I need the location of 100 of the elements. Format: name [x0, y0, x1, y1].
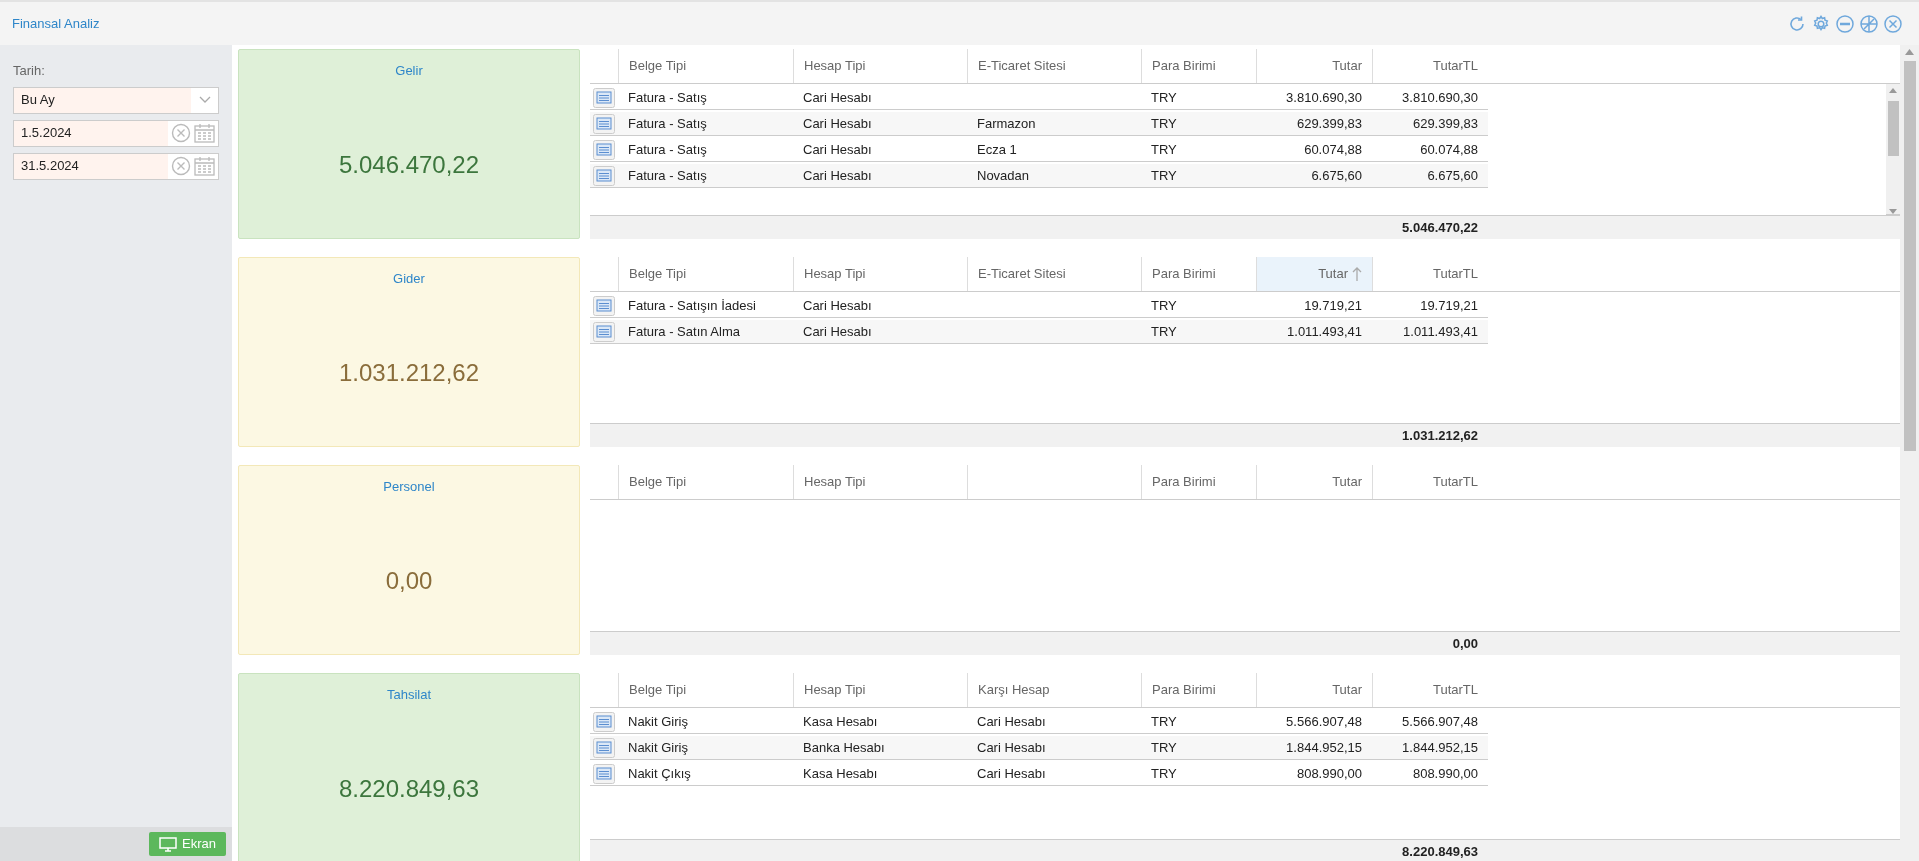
date-label: Tarih:	[13, 62, 46, 80]
table-cell-text: Cari Hesabı	[802, 166, 873, 185]
column-header[interactable]: Hesap Tipi	[793, 673, 967, 707]
table-row[interactable]: Fatura - Satın Alma Cari Hesabı TRY 1.011.493,41 1.011.493,41	[590, 320, 1488, 344]
table-row[interactable]: Fatura - Satış Cari Hesabı Ecza 1 TRY 60.074,88 60.074,88	[590, 138, 1488, 162]
column-header[interactable]: E-Ticaret Sitesi	[967, 257, 1141, 291]
calendar-icon[interactable]	[194, 123, 215, 143]
table-cell-text: Nakit Giriş	[627, 738, 689, 757]
footer-total: 0,00	[1451, 634, 1479, 653]
monitor-icon	[159, 836, 178, 852]
table-row[interactable]: Fatura - Satış Cari Hesabı Farmazon TRY 629.399,83 629.399,83	[590, 112, 1488, 136]
table-cell-text: 19.719,21	[1419, 296, 1479, 315]
table-cell-text: 808.990,00	[1411, 764, 1479, 783]
table-cell-text: 629.399,83	[1295, 114, 1363, 133]
row-detail-icon[interactable]	[593, 711, 615, 732]
table-cell-text: 1.011.493,41	[1402, 322, 1479, 341]
minimize-icon[interactable]	[1835, 13, 1855, 34]
column-header[interactable]: Tutar	[1256, 673, 1372, 707]
table-cell-text: 60.074,88	[1303, 140, 1363, 159]
table-cell-text: 5.566.907,48	[1401, 712, 1479, 731]
table-cell-text: Farmazon	[976, 114, 1037, 133]
sort-up-icon	[1352, 267, 1362, 281]
table-cell-text: Fatura - Satışın İadesi	[627, 296, 757, 315]
date-field[interactable]: 31.5.2024	[13, 152, 219, 180]
column-header[interactable]: Tutar	[1256, 257, 1372, 291]
period-dropdown[interactable]: Bu Ay	[13, 86, 219, 114]
scrollbar-thumb[interactable]	[1903, 61, 1916, 451]
table-cell-text: TRY	[1150, 296, 1178, 315]
scrollbar-thumb[interactable]	[1887, 101, 1899, 156]
column-header[interactable]: Belge Tipi	[618, 49, 793, 83]
card-total: 1.031.212,62	[338, 357, 480, 388]
close-icon[interactable]	[1883, 13, 1903, 34]
table-cell-text: 1.011.493,41	[1286, 322, 1363, 341]
table-cell-text: TRY	[1150, 140, 1178, 159]
window-title: Finansal Analiz	[12, 14, 100, 33]
column-header[interactable]: Hesap Tipi	[793, 257, 967, 291]
table-cell-text: Fatura - Satış	[627, 88, 708, 107]
column-header[interactable]: Hesap Tipi	[793, 49, 967, 83]
table-cell-text: TRY	[1150, 764, 1178, 783]
card-title: Personel	[383, 478, 435, 496]
maximize-icon[interactable]	[1859, 13, 1879, 34]
table-cell-text: TRY	[1150, 712, 1178, 731]
table-cell-text: 1.844.952,15	[1285, 738, 1363, 757]
clear-icon[interactable]	[171, 156, 191, 176]
date-field[interactable]: 1.5.2024	[13, 119, 219, 147]
table-cell-text: Banka Hesabı	[802, 738, 886, 757]
footer-total: 5.046.470,22	[1401, 218, 1479, 237]
column-header[interactable]: Belge Tipi	[618, 673, 793, 707]
row-detail-icon[interactable]	[593, 113, 615, 134]
table-cell-text: Cari Hesabı	[976, 764, 1047, 783]
table-row[interactable]: Nakit Çıkış Kasa Hesabı Cari Hesabı TRY 808.990,00 808.990,00	[590, 762, 1488, 786]
table-cell-text: Cari Hesabı	[802, 322, 873, 341]
table-cell-text: 19.719,21	[1303, 296, 1363, 315]
row-detail-icon[interactable]	[593, 321, 615, 342]
row-detail-icon[interactable]	[593, 87, 615, 108]
row-detail-icon[interactable]	[593, 763, 615, 784]
table-cell-text: 629.399,83	[1411, 114, 1479, 133]
row-detail-icon[interactable]	[593, 139, 615, 160]
table-row[interactable]: Fatura - Satış Cari Hesabı Novadan TRY 6.675,60 6.675,60	[590, 164, 1488, 188]
scroll-up-icon[interactable]	[1889, 88, 1897, 93]
column-header[interactable]: Tutar	[1256, 465, 1372, 499]
column-header[interactable]: TutarTL	[1372, 49, 1488, 83]
table-cell-text: TRY	[1150, 88, 1178, 107]
table-cell-text: TRY	[1150, 166, 1178, 185]
chevron-down-icon	[198, 96, 211, 104]
table-cell-text: Cari Hesabı	[802, 296, 873, 315]
column-header[interactable]: Belge Tipi	[618, 257, 793, 291]
table-row[interactable]: Nakit Giriş Banka Hesabı Cari Hesabı TRY 1.844.952,15 1.844.952,15	[590, 736, 1488, 760]
column-header[interactable]: Belge Tipi	[618, 465, 793, 499]
table-row[interactable]: Fatura - Satış Cari Hesabı TRY 3.810.690,30 3.810.690,30	[590, 86, 1488, 110]
row-detail-icon[interactable]	[593, 737, 615, 758]
scroll-up-icon[interactable]	[1905, 49, 1914, 55]
table-cell-text: Cari Hesabı	[802, 140, 873, 159]
table-cell-text: Fatura - Satış	[627, 140, 708, 159]
table-row[interactable]: Nakit Giriş Kasa Hesabı Cari Hesabı TRY 5.566.907,48 5.566.907,48	[590, 710, 1488, 734]
table-cell-text: 6.675,60	[1310, 166, 1363, 185]
table-cell-text: 3.810.690,30	[1285, 88, 1363, 107]
table-row[interactable]: Fatura - Satışın İadesi Cari Hesabı TRY 19.719,21 19.719,21	[590, 294, 1488, 318]
clear-icon[interactable]	[171, 123, 191, 143]
table-cell-text: Cari Hesabı	[802, 114, 873, 133]
table-cell-text: Cari Hesabı	[802, 88, 873, 107]
table-cell-text: Kasa Hesabı	[802, 764, 879, 783]
column-header[interactable]: Para Birimi	[1141, 673, 1256, 707]
card-title: Tahsilat	[386, 686, 432, 704]
column-header[interactable]: Hesap Tipi	[793, 465, 967, 499]
column-header[interactable]: Para Birimi	[1141, 465, 1256, 499]
column-header[interactable]: TutarTL	[1372, 257, 1488, 291]
column-header[interactable]: TutarTL	[1372, 465, 1488, 499]
column-header[interactable]: Tutar	[1256, 49, 1372, 83]
column-header[interactable]: Karşı Hesap	[967, 673, 1141, 707]
row-detail-icon[interactable]	[593, 165, 615, 186]
footer-total: 8.220.849,63	[1401, 842, 1479, 861]
table-scrollbar[interactable]	[1886, 84, 1900, 215]
table-cell-text: 5.566.907,48	[1285, 712, 1363, 731]
row-detail-icon[interactable]	[593, 295, 615, 316]
column-header[interactable]: TutarTL	[1372, 673, 1488, 707]
column-header[interactable]: E-Ticaret Sitesi	[967, 49, 1141, 83]
table-cell-text: 6.675,60	[1426, 166, 1479, 185]
calendar-icon[interactable]	[194, 156, 215, 176]
column-header[interactable]: Para Birimi	[1141, 49, 1256, 83]
